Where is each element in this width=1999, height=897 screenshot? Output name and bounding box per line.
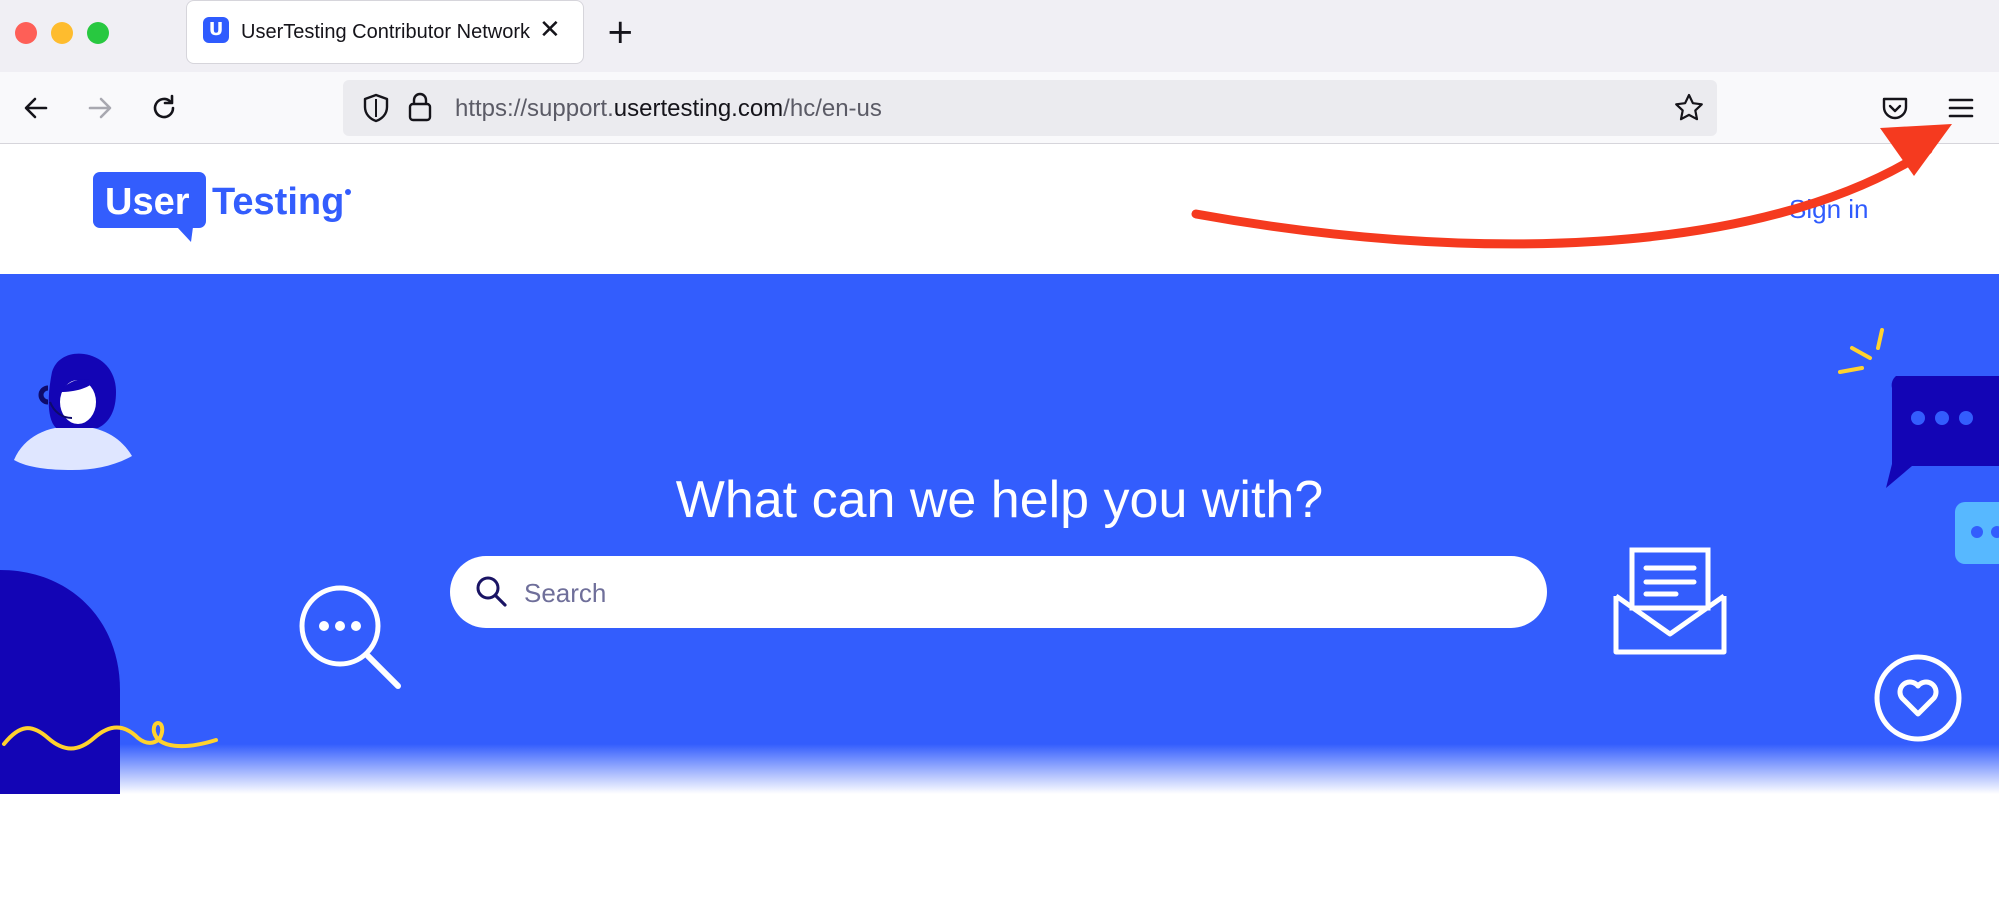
back-arrow-icon[interactable] bbox=[20, 92, 52, 124]
url-text[interactable]: https://support.usertesting.com/hc/en-us bbox=[455, 95, 882, 123]
shield-icon[interactable] bbox=[361, 92, 391, 124]
search-box[interactable] bbox=[450, 556, 1547, 628]
hero-section: What can we help you with? bbox=[0, 274, 1999, 794]
close-tab-icon[interactable]: ✕ bbox=[539, 15, 561, 45]
svg-text:User: User bbox=[105, 181, 190, 223]
forward-arrow-icon[interactable] bbox=[84, 92, 116, 124]
lock-icon[interactable] bbox=[407, 91, 433, 123]
new-tab-icon[interactable]: + bbox=[606, 14, 635, 50]
address-bar[interactable]: https://support.usertesting.com/hc/en-us bbox=[343, 80, 1717, 136]
usertesting-favicon-icon: U bbox=[203, 17, 229, 43]
site-header: User Testing Sign in bbox=[0, 144, 1999, 274]
browser-tab-active[interactable]: U UserTesting Contributor Network ✕ bbox=[186, 0, 584, 64]
envelope-icon bbox=[1613, 547, 1727, 655]
menu-icon[interactable] bbox=[1946, 94, 1976, 122]
tab-title: UserTesting Contributor Network bbox=[241, 21, 530, 43]
close-window-button[interactable] bbox=[15, 22, 37, 44]
browser-tab-bar: U UserTesting Contributor Network ✕ + bbox=[0, 0, 1999, 72]
chat-bubble-icon bbox=[1886, 376, 1999, 488]
svg-text:Testing: Testing bbox=[212, 181, 344, 223]
hero-title: What can we help you with? bbox=[675, 471, 1324, 529]
zoom-window-button[interactable] bbox=[87, 22, 109, 44]
url-path: /hc/en-us bbox=[783, 95, 882, 122]
sign-in-link[interactable]: Sign in bbox=[1789, 194, 1869, 225]
support-agent-illustration bbox=[14, 353, 132, 470]
minimize-window-button[interactable] bbox=[51, 22, 73, 44]
pocket-icon[interactable] bbox=[1880, 93, 1910, 123]
reload-icon[interactable] bbox=[148, 92, 180, 124]
search-input[interactable] bbox=[522, 570, 1506, 616]
search-icon bbox=[476, 576, 507, 607]
heart-icon bbox=[1874, 654, 1962, 742]
small-chat-bubble-icon bbox=[1955, 502, 1999, 564]
yellow-spark-lines bbox=[1838, 328, 1884, 374]
yellow-squiggle bbox=[2, 721, 218, 751]
url-domain: usertesting.com bbox=[613, 95, 784, 122]
magnifier-chat-icon bbox=[299, 585, 401, 689]
usertesting-logo[interactable]: User Testing bbox=[93, 172, 353, 244]
star-icon[interactable] bbox=[1673, 92, 1705, 124]
url-prefix: https://support. bbox=[455, 95, 614, 122]
